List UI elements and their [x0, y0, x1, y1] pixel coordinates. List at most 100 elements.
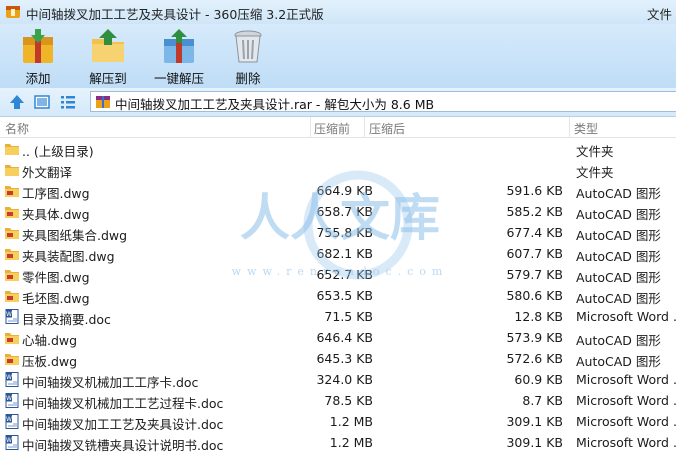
file-packed-size: 573.9 KB	[506, 330, 563, 345]
file-size: 645.3 KB	[316, 351, 373, 366]
extract-to-button-label: 解压到	[89, 71, 127, 86]
address-bar: 中间轴拨叉加工工艺及夹具设计.rar - 解包大小为 8.6 MB	[0, 88, 676, 117]
rar-archive-icon	[96, 96, 110, 108]
word-document-icon: W	[5, 435, 19, 450]
file-row[interactable]: 夹具装配图.dwg 682.1 KB 607.7 KB AutoCAD 图形	[0, 243, 676, 264]
file-list: .. (上级目录) 文件夹 外文翻译 文件夹 工序图.dwg 664.9 KB 591.6 …	[0, 138, 676, 465]
archive-path: 中间轴拨叉加工工艺及夹具设计.rar - 解包大小为 8.6 MB	[115, 97, 435, 112]
autocad-file-icon	[5, 291, 19, 302]
file-packed-size: 572.6 KB	[506, 351, 563, 366]
file-name: 中间轴拨叉机械加工工艺过程卡.doc	[22, 396, 224, 411]
one-click-extract-button[interactable]: 一键解压	[146, 24, 212, 88]
file-row[interactable]: W 中间轴拨叉机械加工工艺过程卡.doc 78.5 KB 8.7 KB Microsof…	[0, 390, 676, 411]
file-packed-size: 585.2 KB	[506, 204, 563, 219]
svg-text:W: W	[6, 374, 12, 381]
file-type: 文件夹	[576, 144, 614, 159]
file-type: AutoCAD 图形	[576, 291, 661, 306]
file-row[interactable]: 夹具体.dwg 658.7 KB 585.2 KB AutoCAD 图形	[0, 201, 676, 222]
column-packed[interactable]: 压缩后	[369, 120, 405, 137]
svg-text:W: W	[6, 311, 12, 318]
autocad-file-icon	[5, 333, 19, 344]
file-name: 夹具图纸集合.dwg	[22, 228, 128, 243]
list-view-icon[interactable]	[60, 94, 76, 110]
file-name: 外文翻译	[22, 165, 73, 180]
file-row[interactable]: 外文翻译 文件夹	[0, 159, 676, 180]
column-name[interactable]: 名称	[5, 120, 29, 137]
word-document-icon: W	[5, 393, 19, 408]
file-name: 中间轴拨叉机械加工工序卡.doc	[22, 375, 199, 390]
one-click-extract-button-label: 一键解压	[153, 71, 204, 86]
file-type: Microsoft Word .	[576, 435, 676, 450]
column-divider[interactable]	[569, 117, 570, 137]
extract-to-button[interactable]: 解压到	[72, 24, 144, 88]
add-button[interactable]: 添加	[2, 24, 74, 88]
column-header: 名称 压缩前 压缩后 类型	[0, 117, 676, 138]
file-packed-size: 309.1 KB	[506, 414, 563, 429]
autocad-file-icon	[5, 270, 19, 281]
file-type: Microsoft Word .	[576, 372, 676, 387]
file-size: 658.7 KB	[316, 204, 373, 219]
file-size: 1.2 MB	[329, 435, 373, 450]
file-name: 中间轴拨叉铣槽夹具设计说明书.doc	[22, 438, 224, 453]
autocad-file-icon	[5, 186, 19, 197]
one-click-extract-icon	[164, 29, 194, 63]
file-type: 文件夹	[576, 165, 614, 180]
column-divider[interactable]	[310, 117, 311, 137]
file-name: 心轴.dwg	[22, 333, 78, 348]
file-row[interactable]: 工序图.dwg 664.9 KB 591.6 KB AutoCAD 图形	[0, 180, 676, 201]
title-bar[interactable]: 中间轴拨叉加工工艺及夹具设计 - 360压缩 3.2正式版 文件	[0, 0, 676, 24]
extract-to-folder-icon	[92, 29, 124, 62]
file-name: 工序图.dwg	[22, 186, 90, 201]
autocad-file-icon	[5, 228, 19, 239]
file-row[interactable]: .. (上级目录) 文件夹	[0, 138, 676, 159]
file-size: 646.4 KB	[316, 330, 373, 345]
file-size: 653.5 KB	[316, 288, 373, 303]
file-size: 664.9 KB	[316, 183, 373, 198]
add-archive-icon	[23, 29, 53, 63]
file-row[interactable]: W 中间轴拨叉铣槽夹具设计说明书.doc 1.2 MB 309.1 KB Microso…	[0, 432, 676, 453]
delete-button[interactable]: 删除	[218, 24, 278, 88]
file-packed-size: 60.9 KB	[514, 372, 563, 387]
column-size[interactable]: 压缩前	[314, 120, 350, 137]
svg-text:W: W	[6, 416, 12, 423]
column-divider[interactable]	[364, 117, 365, 137]
file-packed-size: 579.7 KB	[506, 267, 563, 282]
file-packed-size: 8.7 KB	[522, 393, 563, 408]
svg-text:W: W	[6, 395, 12, 402]
file-row[interactable]: 零件图.dwg 652.7 KB 579.7 KB AutoCAD 图形	[0, 264, 676, 285]
word-document-icon: W	[5, 414, 19, 429]
file-menu[interactable]: 文件	[647, 4, 672, 23]
file-row[interactable]: 压板.dwg 645.3 KB 572.6 KB AutoCAD 图形	[0, 348, 676, 369]
file-packed-size: 580.6 KB	[506, 288, 563, 303]
toolbar: 添加 解压到 一键解压 删除	[0, 24, 676, 88]
file-row[interactable]: W 中间轴拨叉机械加工工序卡.doc 324.0 KB 60.9 KB Microsof…	[0, 369, 676, 390]
file-size: 652.7 KB	[316, 267, 373, 282]
file-name: 压板.dwg	[22, 354, 78, 369]
file-row[interactable]: 夹具图纸集合.dwg 755.8 KB 677.4 KB AutoCAD 图形	[0, 222, 676, 243]
file-row[interactable]: W 中间轴拨叉加工工艺及夹具设计.doc 1.2 MB 309.1 KB Microso…	[0, 411, 676, 432]
file-type: Microsoft Word .	[576, 414, 676, 429]
word-document-icon: W	[5, 309, 19, 324]
file-row[interactable]: 毛坯图.dwg 653.5 KB 580.6 KB AutoCAD 图形	[0, 285, 676, 306]
column-type[interactable]: 类型	[574, 120, 598, 137]
folder-icon	[5, 165, 19, 176]
file-name: 零件图.dwg	[22, 270, 90, 285]
word-document-icon: W	[5, 372, 19, 387]
file-packed-size: 591.6 KB	[506, 183, 563, 198]
file-size: 1.2 MB	[329, 414, 373, 429]
up-arrow-icon[interactable]	[9, 94, 25, 110]
file-type: Microsoft Word .	[576, 393, 676, 408]
thumbnail-view-icon[interactable]	[34, 94, 50, 110]
file-size: 78.5 KB	[324, 393, 373, 408]
file-name: .. (上级目录)	[22, 144, 94, 159]
window-title: 中间轴拨叉加工工艺及夹具设计 - 360压缩 3.2正式版	[26, 7, 324, 22]
file-name: 毛坯图.dwg	[22, 291, 90, 306]
trash-can-icon	[234, 30, 262, 63]
path-field[interactable]: 中间轴拨叉加工工艺及夹具设计.rar - 解包大小为 8.6 MB	[90, 91, 676, 112]
file-type: Microsoft Word .	[576, 309, 676, 324]
file-row[interactable]: 心轴.dwg 646.4 KB 573.9 KB AutoCAD 图形	[0, 327, 676, 348]
file-name: 夹具装配图.dwg	[22, 249, 115, 264]
file-type: AutoCAD 图形	[576, 270, 661, 285]
file-row[interactable]: W 目录及摘要.doc 71.5 KB 12.8 KB Microsoft Word .	[0, 306, 676, 327]
file-size: 324.0 KB	[316, 372, 373, 387]
